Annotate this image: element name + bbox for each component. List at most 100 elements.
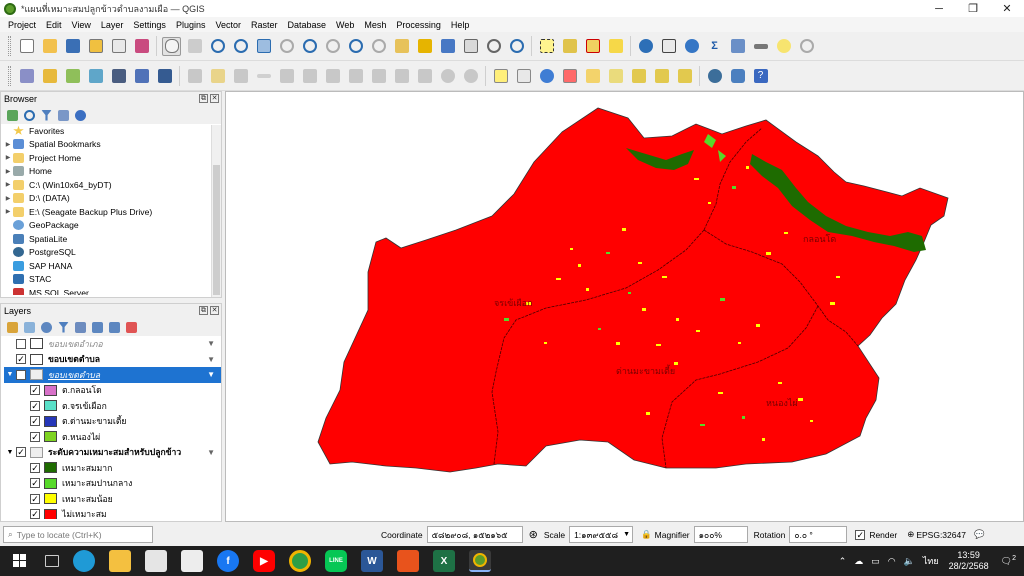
filter-legend-icon[interactable]: [56, 320, 71, 335]
add-group-icon[interactable]: [22, 320, 37, 335]
data-source-manager-icon[interactable]: [17, 66, 36, 85]
new-3d-view-icon[interactable]: [415, 37, 434, 56]
browser-item[interactable]: ▶ Project Home: [3, 151, 221, 165]
clock[interactable]: 13:59 28/2/2568: [949, 550, 989, 572]
zoom-full-icon[interactable]: [254, 37, 273, 56]
collapse-all-icon[interactable]: [107, 320, 122, 335]
browser-item[interactable]: SAP HANA: [3, 259, 221, 273]
print-layout-icon[interactable]: [109, 37, 128, 56]
mail-icon[interactable]: [181, 550, 203, 572]
float-panel-icon[interactable]: ⧉: [199, 94, 208, 103]
paste-features-icon[interactable]: [415, 66, 434, 85]
expand-arrow-icon[interactable]: ▶: [3, 154, 13, 161]
zoom-native-icon[interactable]: [323, 37, 342, 56]
layer-filter-icon[interactable]: ▼: [207, 448, 215, 457]
add-selected-layers-icon[interactable]: [5, 108, 20, 123]
temporal-controller-icon[interactable]: [484, 37, 503, 56]
add-raster-icon[interactable]: [132, 66, 151, 85]
layer-visibility-checkbox[interactable]: ✓: [30, 416, 40, 427]
browser-item[interactable]: ▶ E:\ (Seagate Backup Plus Drive): [3, 205, 221, 219]
vertex-tool-icon[interactable]: [300, 66, 319, 85]
layer-row[interactable]: ✓ ไม่เหมาะสม: [4, 507, 221, 519]
crs-label[interactable]: EPSG:32647: [916, 530, 966, 540]
line-icon[interactable]: LINE: [325, 550, 347, 572]
volume-icon[interactable]: 🔈: [904, 556, 915, 567]
chrome-icon[interactable]: [289, 550, 311, 572]
deselect-all-icon[interactable]: [583, 37, 602, 56]
messages-icon[interactable]: 💬: [974, 529, 985, 540]
change-label-icon[interactable]: [675, 66, 694, 85]
browser-item[interactable]: ▶ Spatial Bookmarks: [3, 138, 221, 152]
qgis-taskbar-icon[interactable]: [469, 550, 491, 572]
field-calculator-icon[interactable]: [728, 37, 747, 56]
show-hide-labels-icon[interactable]: [606, 66, 625, 85]
toggle-editing-icon[interactable]: [208, 66, 227, 85]
layer-styling-icon[interactable]: [5, 320, 20, 335]
rotate-label-icon[interactable]: [652, 66, 671, 85]
layer-filter-icon[interactable]: ▼: [207, 355, 215, 364]
browser-item[interactable]: Favorites: [3, 124, 221, 138]
layer-visibility-checkbox[interactable]: ✓: [30, 462, 40, 473]
wifi-icon[interactable]: ◠: [888, 556, 896, 567]
statistics-sigma-icon[interactable]: Σ: [705, 37, 724, 56]
layer-row[interactable]: ✓ ขอบเขตตำบล ▼: [4, 352, 221, 368]
expand-arrow-icon[interactable]: ▶: [3, 195, 13, 202]
python-console-icon[interactable]: [728, 66, 747, 85]
browser-item[interactable]: PostgreSQL: [3, 246, 221, 260]
layer-row[interactable]: ✓ ต.หนองไผ่: [4, 429, 221, 445]
menu-settings[interactable]: Settings: [128, 20, 171, 30]
zoom-to-layer-icon[interactable]: [300, 37, 319, 56]
expand-arrow-icon[interactable]: ▶: [3, 208, 13, 215]
zoom-in-icon[interactable]: [208, 37, 227, 56]
close-panel-icon[interactable]: ✕: [210, 94, 219, 103]
windows-start-icon[interactable]: [9, 550, 31, 572]
new-map-view-icon[interactable]: [392, 37, 411, 56]
undo-icon[interactable]: [438, 66, 457, 85]
layer-row[interactable]: ✓ ต.ด่านมะขามเตี้ย: [4, 414, 221, 430]
layer-labeling-icon[interactable]: [514, 66, 533, 85]
add-wms-icon[interactable]: [155, 66, 174, 85]
layer-visibility-checkbox[interactable]: ✓: [30, 478, 40, 489]
browser-item[interactable]: STAC: [3, 273, 221, 287]
layer-row[interactable]: ✓ เหมาะสมปานกลาง: [4, 476, 221, 492]
layer-row[interactable]: ▼ ขอบเขตตำบล ▼: [4, 367, 221, 383]
layer-row[interactable]: ขอบเขตอำเภอ ▼: [4, 336, 221, 352]
save-as-icon[interactable]: [86, 37, 105, 56]
menu-edit[interactable]: Edit: [41, 20, 67, 30]
zoom-next-icon[interactable]: [369, 37, 388, 56]
map-svg[interactable]: กลอนโด จรเข้เผือก ด่านมะขามเตี้ย หนองไผ่: [226, 92, 1024, 522]
digitize-line-icon[interactable]: [254, 66, 273, 85]
layer-visibility-checkbox[interactable]: ✓: [30, 431, 40, 442]
pin-label-icon[interactable]: [583, 66, 602, 85]
word-icon[interactable]: W: [361, 550, 383, 572]
layer-visibility-checkbox[interactable]: [16, 369, 26, 380]
layer-visibility-checkbox[interactable]: ✓: [30, 509, 40, 519]
layer-filter-icon[interactable]: ▼: [207, 370, 215, 379]
lock-icon[interactable]: 🔒: [641, 529, 652, 540]
layer-row[interactable]: ✓ ต.จรเข้เผือก: [4, 398, 221, 414]
minimize-button[interactable]: ─: [922, 0, 956, 17]
crs-icon[interactable]: ⊕: [907, 529, 914, 540]
label-toolbar-icon[interactable]: [491, 66, 510, 85]
file-explorer-icon[interactable]: [109, 550, 131, 572]
browser-item[interactable]: ▶ C:\ (Win10x64_byDT): [3, 178, 221, 192]
add-feature-icon[interactable]: [277, 66, 296, 85]
browser-item[interactable]: ▶ D:\ (DATA): [3, 192, 221, 206]
redo-icon[interactable]: [461, 66, 480, 85]
modify-attributes-icon[interactable]: [323, 66, 342, 85]
menu-layer[interactable]: Layer: [96, 20, 129, 30]
expand-arrow-icon[interactable]: ▶: [3, 141, 13, 148]
pan-to-selection-icon[interactable]: [185, 37, 204, 56]
select-features-icon[interactable]: [537, 37, 556, 56]
scale-field[interactable]: 1:๑๓๙๕๕๘ ▼: [569, 526, 634, 543]
menu-mesh[interactable]: Mesh: [359, 20, 391, 30]
store-icon[interactable]: [145, 550, 167, 572]
highlight-pinned-labels-icon[interactable]: [560, 66, 579, 85]
refresh-icon[interactable]: [507, 37, 526, 56]
youtube-icon[interactable]: ▶: [253, 550, 275, 572]
menu-project[interactable]: Project: [3, 20, 41, 30]
expand-arrow-icon[interactable]: ▶: [3, 168, 13, 175]
close-panel-icon[interactable]: ✕: [210, 306, 219, 315]
layer-row[interactable]: ✓ เหมาะสมมาก: [4, 460, 221, 476]
menu-vector[interactable]: Vector: [210, 20, 246, 30]
